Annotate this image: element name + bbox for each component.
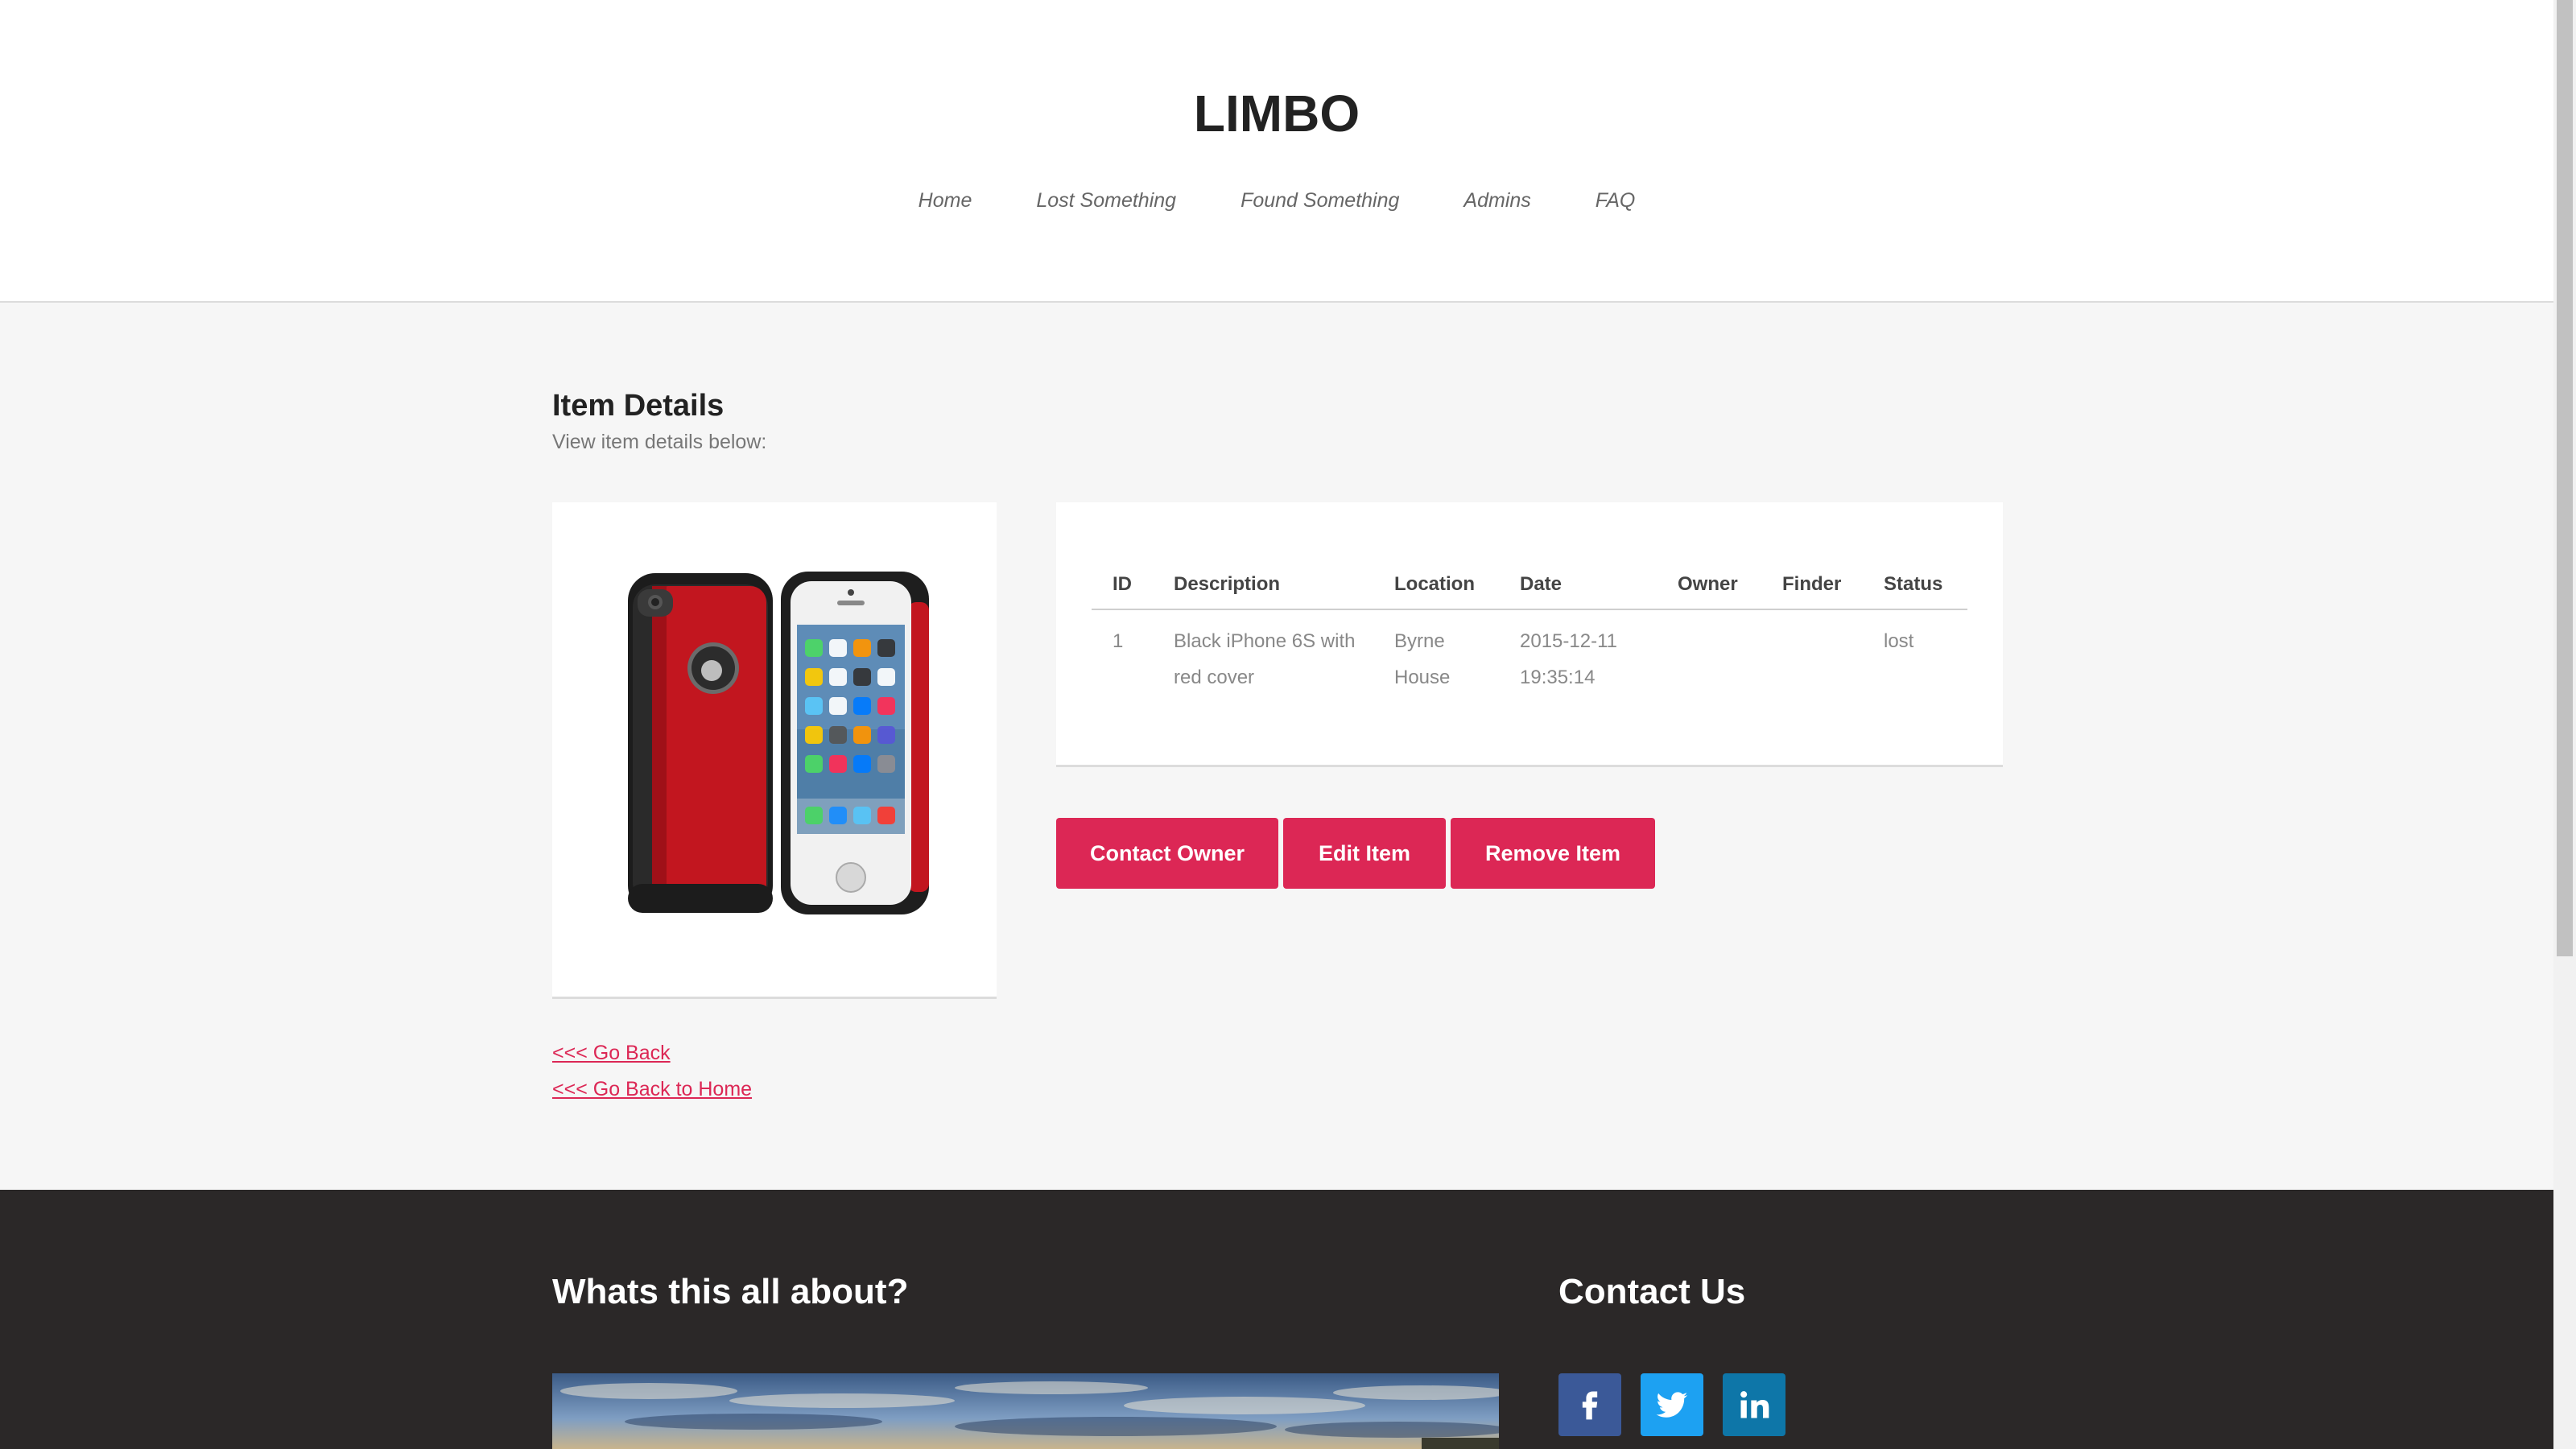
back-links: <<< Go Back <<< Go Back to Home <box>552 1035 752 1108</box>
item-image-card <box>552 502 997 999</box>
phone-front-illustration <box>781 572 929 914</box>
item-details-card: ID Description Location Date Owner Finde… <box>1056 502 2003 767</box>
facebook-icon <box>1582 1391 1598 1420</box>
linkedin-icon <box>1740 1391 1769 1418</box>
header-description: Description <box>1174 564 1394 610</box>
linkedin-button[interactable] <box>1723 1373 1785 1436</box>
footer-contact-title: Contact Us <box>1558 1272 1746 1311</box>
go-back-home-link[interactable]: <<< Go Back to Home <box>552 1071 752 1108</box>
header-owner: Owner <box>1678 564 1782 610</box>
item-details-table: ID Description Location Date Owner Finde… <box>1092 564 1967 696</box>
site-logo[interactable]: LIMBO <box>0 77 2553 150</box>
cell-date-text: 2015-12-11 19:35:14 <box>1520 630 1617 688</box>
scrollbar-thumb[interactable] <box>2557 0 2573 956</box>
nav-faq[interactable]: FAQ <box>1596 182 1636 219</box>
header-finder: Finder <box>1782 564 1884 610</box>
cell-status: lost <box>1884 630 1914 652</box>
phone-back-illustration <box>628 573 773 913</box>
page: LIMBO Home Lost Something Found Somethin… <box>0 0 2576 1449</box>
page-title: Item Details <box>552 389 724 423</box>
header-date: Date <box>1520 564 1678 610</box>
nav-found-something[interactable]: Found Something <box>1241 182 1399 219</box>
cell-date: 2015-12-11 19:35:14 <box>1520 609 1678 696</box>
go-back-link[interactable]: <<< Go Back <box>552 1035 752 1071</box>
cell-finder <box>1782 609 1884 696</box>
nav-home[interactable]: Home <box>919 182 972 219</box>
page-scrollbar[interactable] <box>2553 0 2576 1449</box>
page-subtitle: View item details below: <box>552 431 767 453</box>
table-row: 1 Black iPhone 6S with red cover Byrne H… <box>1092 609 1967 696</box>
footer-landscape-image <box>552 1373 1499 1449</box>
item-photo <box>628 572 929 914</box>
header-status: Status <box>1884 564 1967 610</box>
nav-admins[interactable]: Admins <box>1463 182 1530 219</box>
cell-owner <box>1678 609 1782 696</box>
social-links <box>1558 1373 1785 1436</box>
cell-id: 1 <box>1113 630 1124 652</box>
twitter-button[interactable] <box>1641 1373 1703 1436</box>
main-nav: Home Lost Something Found Something Admi… <box>0 182 2553 219</box>
cell-location-text: Byrne House <box>1394 630 1451 688</box>
header-id: ID <box>1092 564 1174 610</box>
cell-description-text: Black iPhone 6S with red cover <box>1174 630 1356 688</box>
facebook-button[interactable] <box>1558 1373 1621 1436</box>
footer-about-title: Whats this all about? <box>552 1272 909 1311</box>
edit-item-button[interactable]: Edit Item <box>1283 818 1446 889</box>
nav-lost-something[interactable]: Lost Something <box>1036 182 1176 219</box>
header-location: Location <box>1394 564 1520 610</box>
table-header-row: ID Description Location Date Owner Finde… <box>1092 564 1967 610</box>
contact-owner-button[interactable]: Contact Owner <box>1056 818 1278 889</box>
remove-item-button[interactable]: Remove Item <box>1451 818 1655 889</box>
cell-location: Byrne House <box>1394 609 1520 696</box>
site-footer: Whats this all about? Contact Us <box>0 1190 2553 1449</box>
twitter-icon <box>1656 1392 1688 1418</box>
site-header: LIMBO Home Lost Something Found Somethin… <box>0 0 2553 303</box>
cell-description: Black iPhone 6S with red cover <box>1174 609 1394 696</box>
item-actions: Contact Owner Edit Item Remove Item <box>1056 818 1655 889</box>
